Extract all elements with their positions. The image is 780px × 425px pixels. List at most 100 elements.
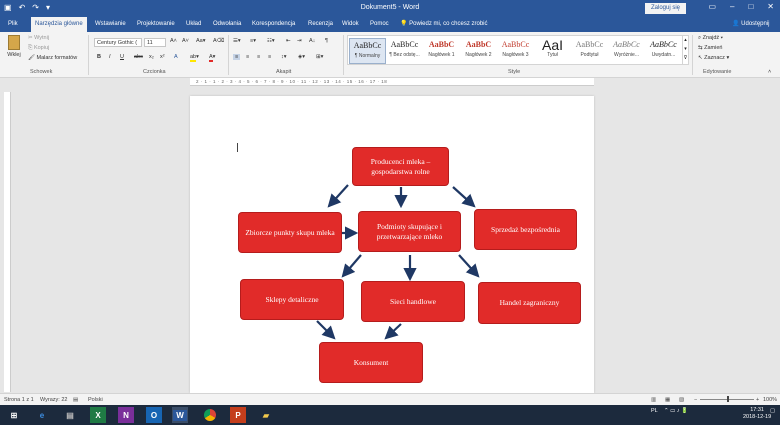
select-button[interactable]: ↖ Zaznacz ▾ (698, 55, 729, 61)
align-left-icon[interactable]: ≡ (233, 54, 241, 60)
tab-references[interactable]: Odwołania (209, 17, 245, 32)
shading-icon[interactable]: ◈▾ (298, 54, 305, 60)
tray-icons[interactable]: ⌃ ▭ ♪ 🔋 (664, 408, 688, 414)
style-heading-2[interactable]: AaBbC Nagłówek 2 (460, 38, 497, 64)
line-spacing-icon[interactable]: ↕▾ (281, 54, 287, 60)
word-count[interactable]: Wyrazy: 22 (40, 397, 67, 403)
word-icon[interactable]: W (172, 407, 188, 423)
close-icon[interactable]: ✕ (767, 2, 774, 11)
show-marks-icon[interactable]: ¶ (325, 38, 328, 44)
tab-file[interactable]: Plik (4, 17, 22, 32)
login-button[interactable]: Zaloguj się (645, 3, 687, 14)
node-consumer[interactable]: Konsument (319, 342, 423, 383)
font-size-select[interactable]: 11 (144, 38, 166, 47)
proofing-icon[interactable]: ▤ (73, 397, 78, 403)
zoom-level[interactable]: 100% (763, 397, 777, 403)
maximize-icon[interactable]: □ (748, 2, 753, 11)
borders-icon[interactable]: ⊞▾ (316, 54, 323, 60)
style-subtitle[interactable]: AaBbCc Podtytuł (571, 38, 608, 64)
web-layout-icon[interactable]: ▧ (679, 397, 684, 403)
style-emphasis[interactable]: AaBbCc Uwydatn... (645, 38, 682, 64)
shrink-font-button[interactable]: A˅ (182, 38, 189, 44)
align-right-icon[interactable]: ≡ (257, 54, 260, 60)
page-count[interactable]: Strona 1 z 1 (4, 397, 34, 403)
windows-icon[interactable]: ⊞ (6, 407, 22, 423)
style-heading-3[interactable]: AaBbCc Nagłówek 3 (497, 38, 534, 64)
clear-format-icon[interactable]: A⌫ (213, 38, 224, 44)
style-normal[interactable]: AaBbCc ¶ Normalny (349, 38, 386, 64)
style-no-spacing[interactable]: AaBbCc ¶ Bez odstę... (386, 38, 423, 64)
node-retail-stores[interactable]: Sklepy detaliczne (240, 279, 344, 320)
decrease-indent-icon[interactable]: ⇤ (286, 38, 291, 44)
text-effects-button[interactable]: A (174, 54, 178, 60)
tab-home[interactable]: Narzędzia główne (31, 17, 87, 32)
underline-button[interactable]: U (120, 54, 124, 60)
copy-button[interactable]: ⎘ Kopiuj (28, 45, 49, 52)
print-layout-icon[interactable]: ▦ (665, 397, 670, 403)
subscript-button[interactable]: x₂ (149, 54, 154, 60)
collapse-ribbon-icon[interactable]: ˄ (768, 69, 771, 75)
excel-icon[interactable]: X (90, 407, 106, 423)
align-center-icon[interactable]: ≡ (246, 54, 249, 60)
node-producers[interactable]: Producenci mleka – gospodarstwa rolne (352, 147, 449, 186)
tab-review[interactable]: Recenzja (304, 17, 337, 32)
tab-view[interactable]: Widok (338, 17, 363, 32)
tell-me-box[interactable]: 💡 Powiedz mi, co chcesz zrobić (400, 17, 488, 32)
change-case-button[interactable]: Aa▾ (196, 38, 206, 44)
highlight-icon[interactable]: ab▾ (190, 54, 199, 62)
styles-scroll[interactable]: ▴ ▾ ⊽ (682, 36, 688, 64)
chrome-icon[interactable] (202, 407, 218, 423)
strikethrough-button[interactable]: abc (134, 54, 143, 60)
numbering-icon[interactable]: ≡▾ (250, 38, 256, 44)
tab-layout[interactable]: Układ (182, 17, 205, 32)
zoom-slider-thumb[interactable] (727, 396, 729, 402)
node-foreign-trade[interactable]: Handel zagraniczny (478, 282, 581, 324)
style-heading-1[interactable]: AaBbC Nagłówek 1 (423, 38, 460, 64)
increase-indent-icon[interactable]: ⇥ (297, 38, 302, 44)
tab-insert[interactable]: Wstawianie (91, 17, 130, 32)
grow-font-button[interactable]: A˄ (170, 38, 177, 44)
tab-design[interactable]: Projektowanie (133, 17, 179, 32)
find-button[interactable]: ⌕ Znajdź ▾ (698, 35, 723, 42)
font-color-button[interactable]: A▾ (209, 54, 215, 62)
clock[interactable]: 17:31 2018-12-19 (743, 407, 771, 421)
style-subtle-emphasis[interactable]: AaBbCc Wyróżnie... (608, 38, 645, 64)
tab-help[interactable]: Pomoc (366, 17, 393, 32)
multilevel-list-icon[interactable]: ☷▾ (267, 38, 275, 44)
style-title[interactable]: AaI Tytuł (534, 38, 571, 64)
folder-icon[interactable]: ▰ (258, 407, 274, 423)
justify-icon[interactable]: ≡ (268, 54, 271, 60)
node-direct-sales[interactable]: Sprzedaż bezpośrednia (474, 209, 577, 250)
horizontal-ruler[interactable]: 2 · 1 · 1 · 2 · 3 · 4 · 5 · 6 · 7 · 8 · … (190, 78, 594, 86)
notifications-icon[interactable]: ▢ (770, 408, 775, 414)
sort-icon[interactable]: A↓ (309, 38, 315, 44)
onenote-icon[interactable]: N (118, 407, 134, 423)
ribbon-display-icon[interactable]: ▭ (708, 2, 716, 11)
outlook-icon[interactable]: O (146, 407, 162, 423)
document-page[interactable]: Producenci mleka – gospodarstwa rolne Zb… (190, 96, 594, 393)
node-collection-points[interactable]: Zbiorcze punkty skupu mleka (238, 212, 342, 253)
read-mode-icon[interactable]: ▥ (651, 397, 656, 403)
cut-button[interactable]: ✂ Wytnij (28, 35, 49, 41)
italic-button[interactable]: I (109, 54, 111, 60)
bullets-icon[interactable]: ☰▾ (233, 38, 241, 44)
paste-button[interactable]: Wklej (5, 35, 23, 63)
superscript-button[interactable]: x² (160, 54, 165, 60)
language-indicator[interactable]: Polski (88, 397, 103, 403)
tab-mailings[interactable]: Korespondencja (248, 17, 299, 32)
vertical-ruler[interactable] (4, 92, 11, 392)
node-processors[interactable]: Podmioty skupujące i przetwarzające mlek… (358, 211, 461, 252)
format-painter-button[interactable]: 🖌 Malarz formatów (28, 55, 77, 61)
zoom-out-icon[interactable]: − (694, 397, 697, 403)
zoom-in-icon[interactable]: + (756, 397, 759, 403)
bold-button[interactable]: B (97, 54, 101, 60)
edge-icon[interactable]: e (34, 407, 50, 423)
replace-button[interactable]: ⇆ Zamień (698, 45, 722, 51)
explorer-icon[interactable]: ▤ (62, 407, 78, 423)
powerpoint-icon[interactable]: P (230, 407, 246, 423)
node-retail-chains[interactable]: Sieci handlowe (361, 281, 465, 322)
minimize-icon[interactable]: – (730, 2, 734, 11)
share-button[interactable]: 👤 Udostępnij (732, 17, 770, 32)
language-tray[interactable]: PL (651, 408, 658, 414)
font-family-select[interactable]: Century Gothic ( (94, 38, 142, 47)
